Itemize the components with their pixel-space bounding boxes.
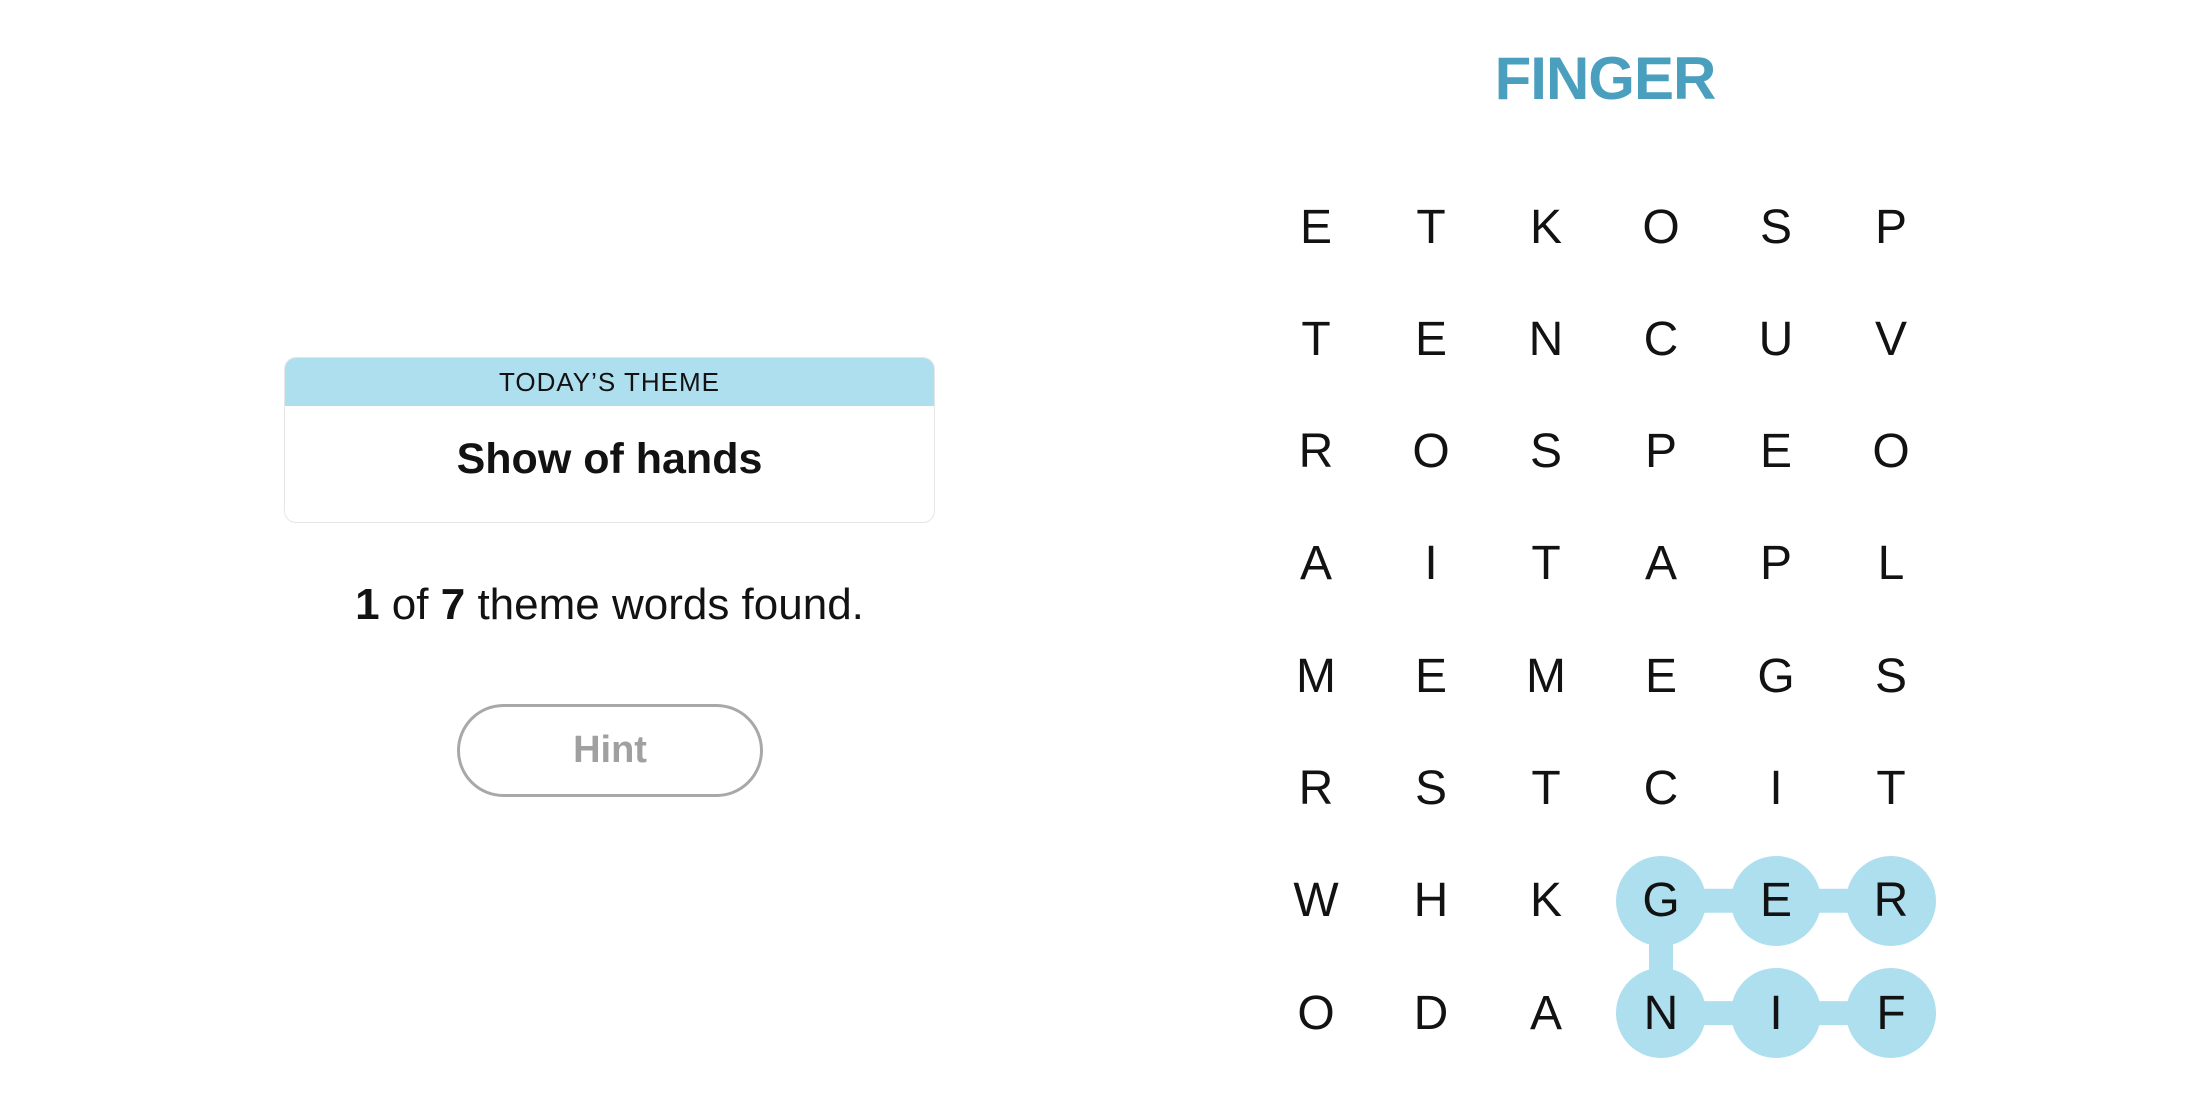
letter-cell[interactable]: P [1846, 182, 1936, 272]
letter-cell[interactable]: T [1501, 519, 1591, 609]
letter-cell[interactable]: A [1616, 519, 1706, 609]
letter-cell[interactable]: S [1846, 631, 1936, 721]
letter-cell[interactable]: F [1846, 968, 1936, 1059]
letter-cell[interactable]: W [1271, 856, 1361, 946]
letter-cell[interactable]: C [1616, 294, 1706, 384]
letter-cell[interactable]: T [1501, 744, 1591, 834]
letter-cell[interactable]: M [1271, 631, 1361, 721]
letter-cell[interactable]: I [1731, 744, 1821, 834]
letter-grid: ETKOSPTENCUVROSPEOAITAPLMEMEGSRSTCITWHKG… [0, 0, 2200, 1100]
letter-cell[interactable]: E [1386, 631, 1476, 721]
letter-cell[interactable]: R [1271, 744, 1361, 834]
letter-cell[interactable]: S [1386, 744, 1476, 834]
letter-cell[interactable]: E [1616, 631, 1706, 721]
letter-cell[interactable]: R [1846, 855, 1936, 946]
letter-cell[interactable]: H [1386, 856, 1476, 946]
letter-cell[interactable]: R [1271, 407, 1361, 497]
letter-cell[interactable]: O [1386, 407, 1476, 497]
letter-cell[interactable]: S [1501, 407, 1591, 497]
letter-cell[interactable]: S [1731, 182, 1821, 272]
letter-cell[interactable]: D [1386, 968, 1476, 1058]
letter-cell[interactable]: I [1731, 968, 1821, 1059]
letter-cell[interactable]: G [1616, 855, 1706, 946]
letter-cell[interactable]: I [1386, 519, 1476, 609]
letter-cell[interactable]: E [1731, 407, 1821, 497]
letter-cell[interactable]: O [1846, 407, 1936, 497]
letter-cell[interactable]: U [1731, 294, 1821, 384]
letter-cell[interactable]: E [1731, 855, 1821, 946]
letter-cell[interactable]: E [1386, 294, 1476, 384]
letter-cell[interactable]: A [1501, 968, 1591, 1058]
letter-cell[interactable]: O [1271, 968, 1361, 1058]
letter-cell[interactable]: M [1501, 631, 1591, 721]
letter-cell[interactable]: T [1846, 744, 1936, 834]
letter-cell[interactable]: K [1501, 856, 1591, 946]
letter-cell[interactable]: T [1386, 182, 1476, 272]
letter-cell[interactable]: E [1271, 182, 1361, 272]
letter-cell[interactable]: K [1501, 182, 1591, 272]
letter-cell[interactable]: C [1616, 744, 1706, 834]
letter-cell[interactable]: A [1271, 519, 1361, 609]
letter-cell[interactable]: N [1616, 968, 1706, 1059]
letter-cell[interactable]: O [1616, 182, 1706, 272]
letter-cell[interactable]: G [1731, 631, 1821, 721]
letter-cell[interactable]: P [1616, 407, 1706, 497]
letter-cell[interactable]: P [1731, 519, 1821, 609]
letter-cell[interactable]: L [1846, 519, 1936, 609]
letter-cell[interactable]: T [1271, 294, 1361, 384]
letter-cell[interactable]: N [1501, 294, 1591, 384]
letter-cell[interactable]: V [1846, 294, 1936, 384]
